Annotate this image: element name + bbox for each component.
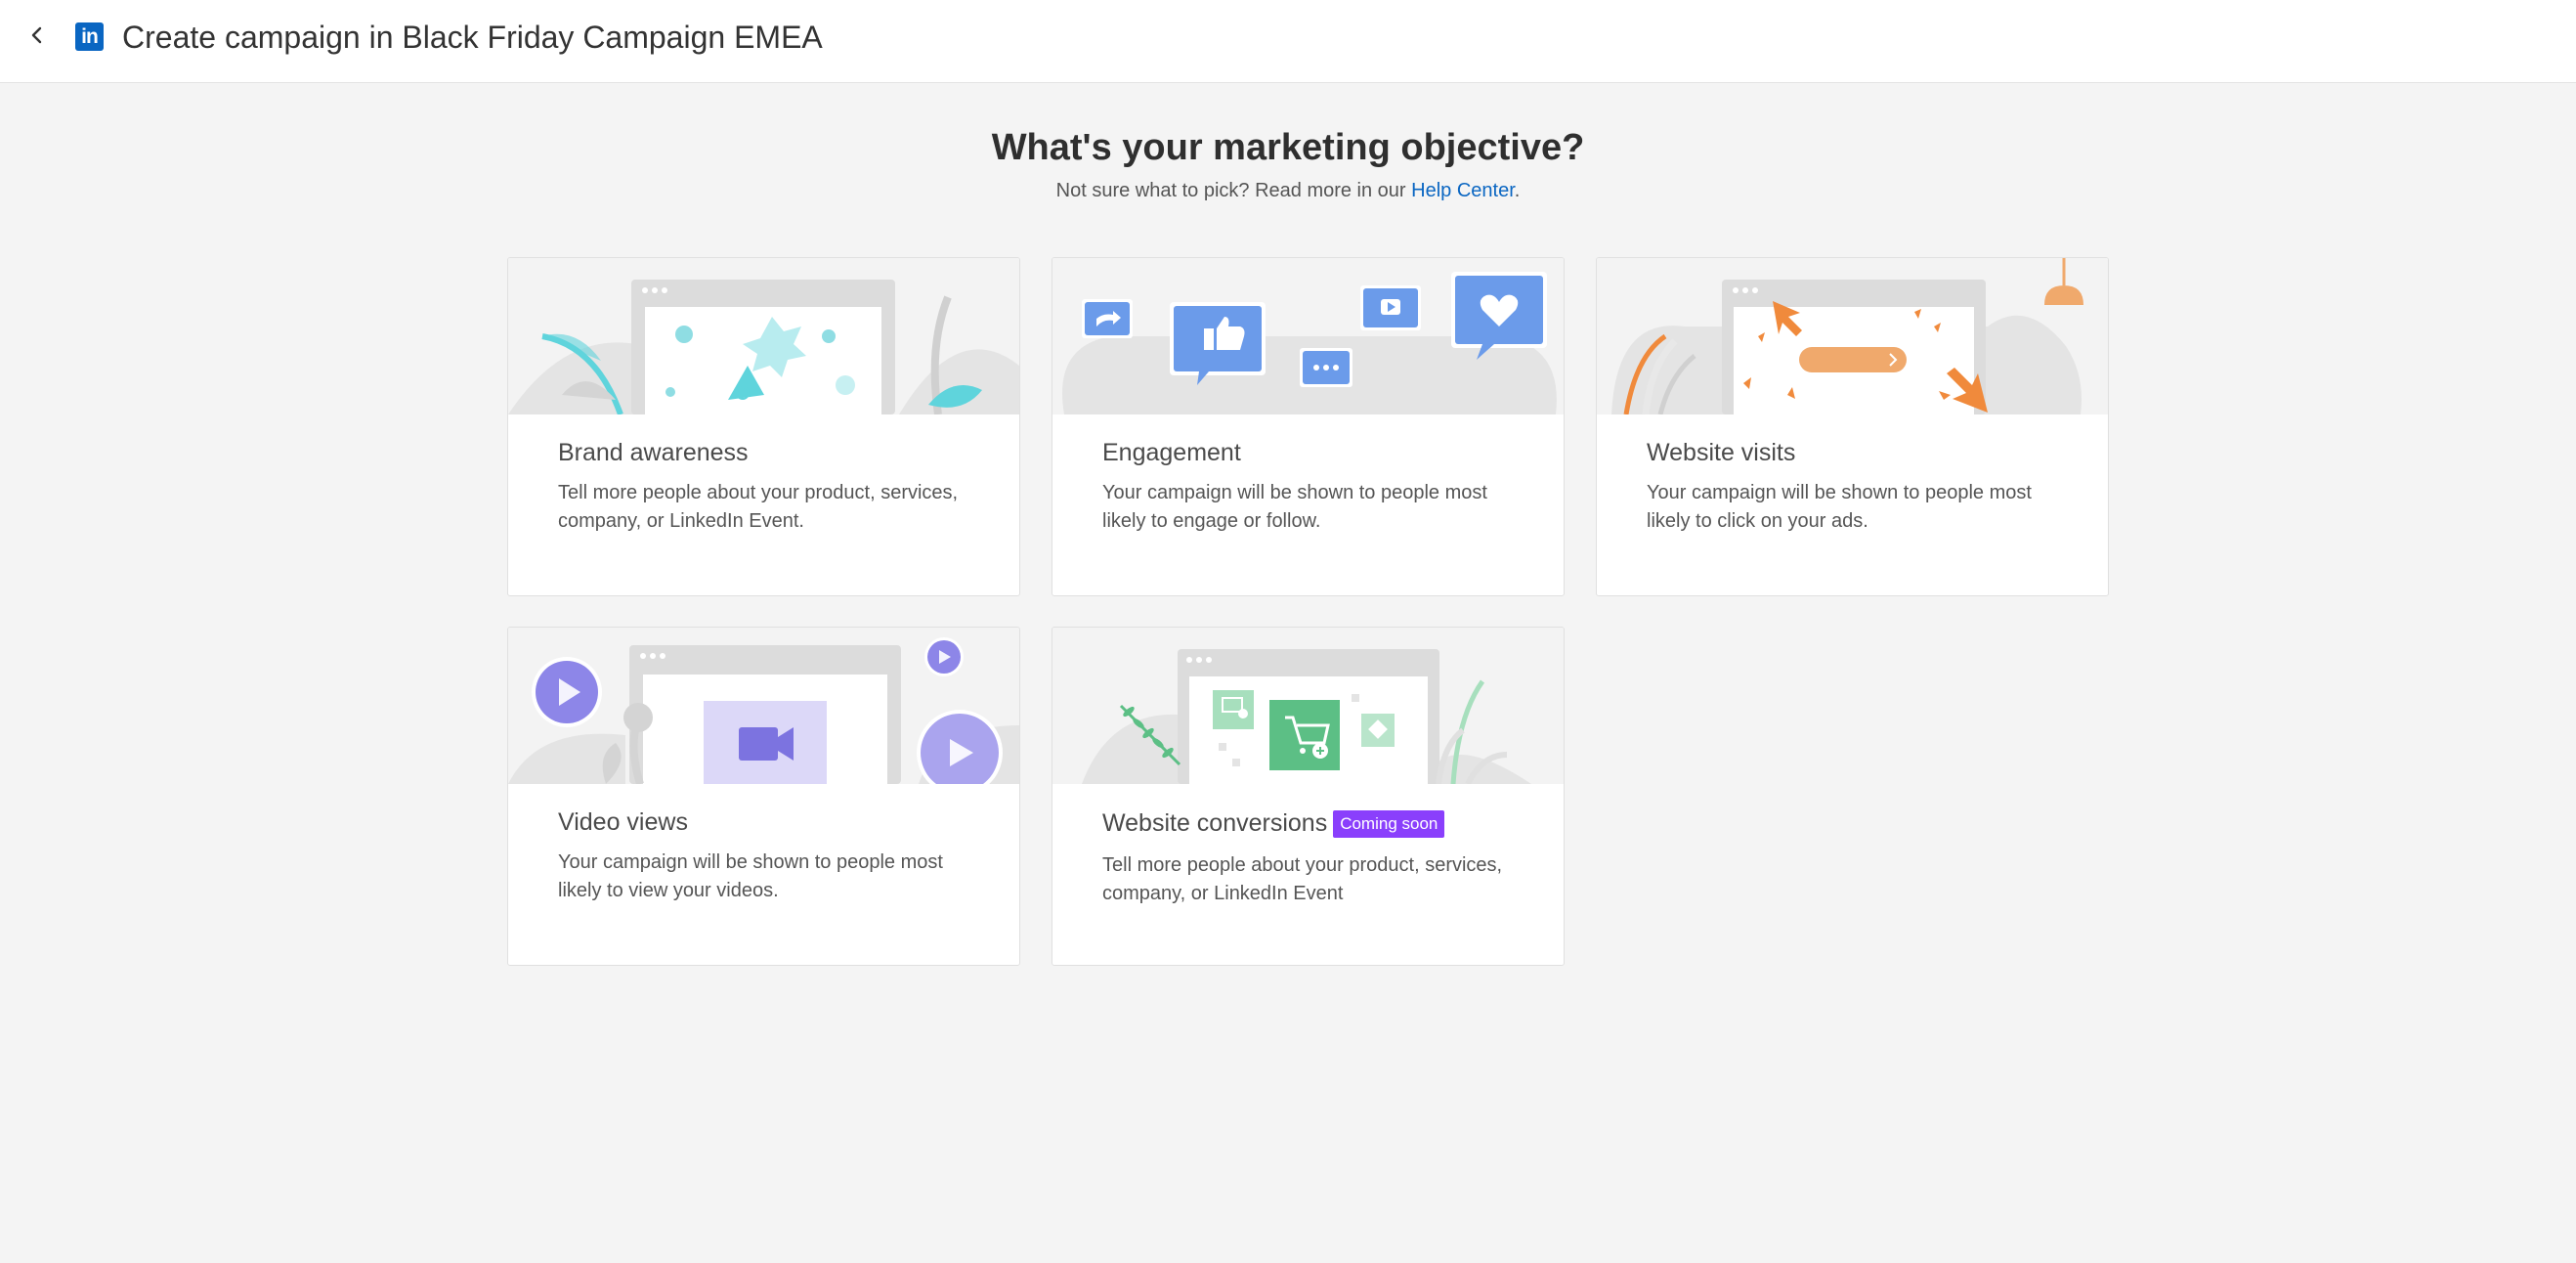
objective-description: Your campaign will be shown to people mo… xyxy=(1647,482,2032,532)
objective-title: Video views xyxy=(558,808,688,837)
linkedin-logo-icon: in xyxy=(75,22,104,51)
objective-card-engagement[interactable]: Engagement Your campaign will be shown t… xyxy=(1052,257,1565,596)
objective-title: Website conversions Coming soon xyxy=(1102,809,1445,838)
chevron-left-icon xyxy=(31,26,42,44)
objective-title: Engagement xyxy=(1102,439,1241,467)
objective-card-website-conversions[interactable]: Website conversions Coming soon Tell mor… xyxy=(1052,627,1565,966)
megaphone-illustration xyxy=(508,258,1019,414)
objective-title: Brand awareness xyxy=(558,439,749,467)
objective-card-brand-awareness[interactable]: Brand awareness Tell more people about y… xyxy=(507,257,1020,596)
coming-soon-badge: Coming soon xyxy=(1333,809,1445,838)
objective-card-video-views[interactable]: Video views Your campaign will be shown … xyxy=(507,627,1020,966)
shopping-cart-illustration xyxy=(1052,628,1564,784)
objective-title-text: Brand awareness xyxy=(558,439,749,466)
objective-title-text: Website visits xyxy=(1647,439,1796,466)
objective-heading: What's your marketing objective? xyxy=(991,127,1585,168)
video-camera-illustration xyxy=(508,628,1019,784)
objective-card-website-visits[interactable]: Website visits Your campaign will be sho… xyxy=(1596,257,2109,596)
top-bar: in Create campaign in Black Friday Campa… xyxy=(0,0,2576,83)
help-center-link[interactable]: Help Center xyxy=(1411,180,1515,201)
objective-description: Tell more people about your product, ser… xyxy=(558,482,959,532)
objective-title-text: Website conversions xyxy=(1102,809,1328,837)
speech-bubbles-illustration xyxy=(1052,258,1564,414)
objective-title: Website visits xyxy=(1647,439,1795,467)
page-title: Create campaign in Black Friday Campaign… xyxy=(122,20,823,55)
objective-description: Your campaign will be shown to people mo… xyxy=(558,851,943,901)
subheading-text: Not sure what to pick? Read more in our xyxy=(1055,180,1412,201)
cursor-click-illustration xyxy=(1597,258,2108,414)
objective-description: Tell more people about your product, ser… xyxy=(1102,854,1503,904)
back-button[interactable] xyxy=(21,20,53,51)
objective-subheading: Not sure what to pick? Read more in our … xyxy=(0,180,2576,202)
objective-title-text: Video views xyxy=(558,808,688,836)
subheading-period: . xyxy=(1514,180,1521,201)
objective-title-text: Engagement xyxy=(1102,439,1241,466)
objective-description: Your campaign will be shown to people mo… xyxy=(1102,482,1487,532)
